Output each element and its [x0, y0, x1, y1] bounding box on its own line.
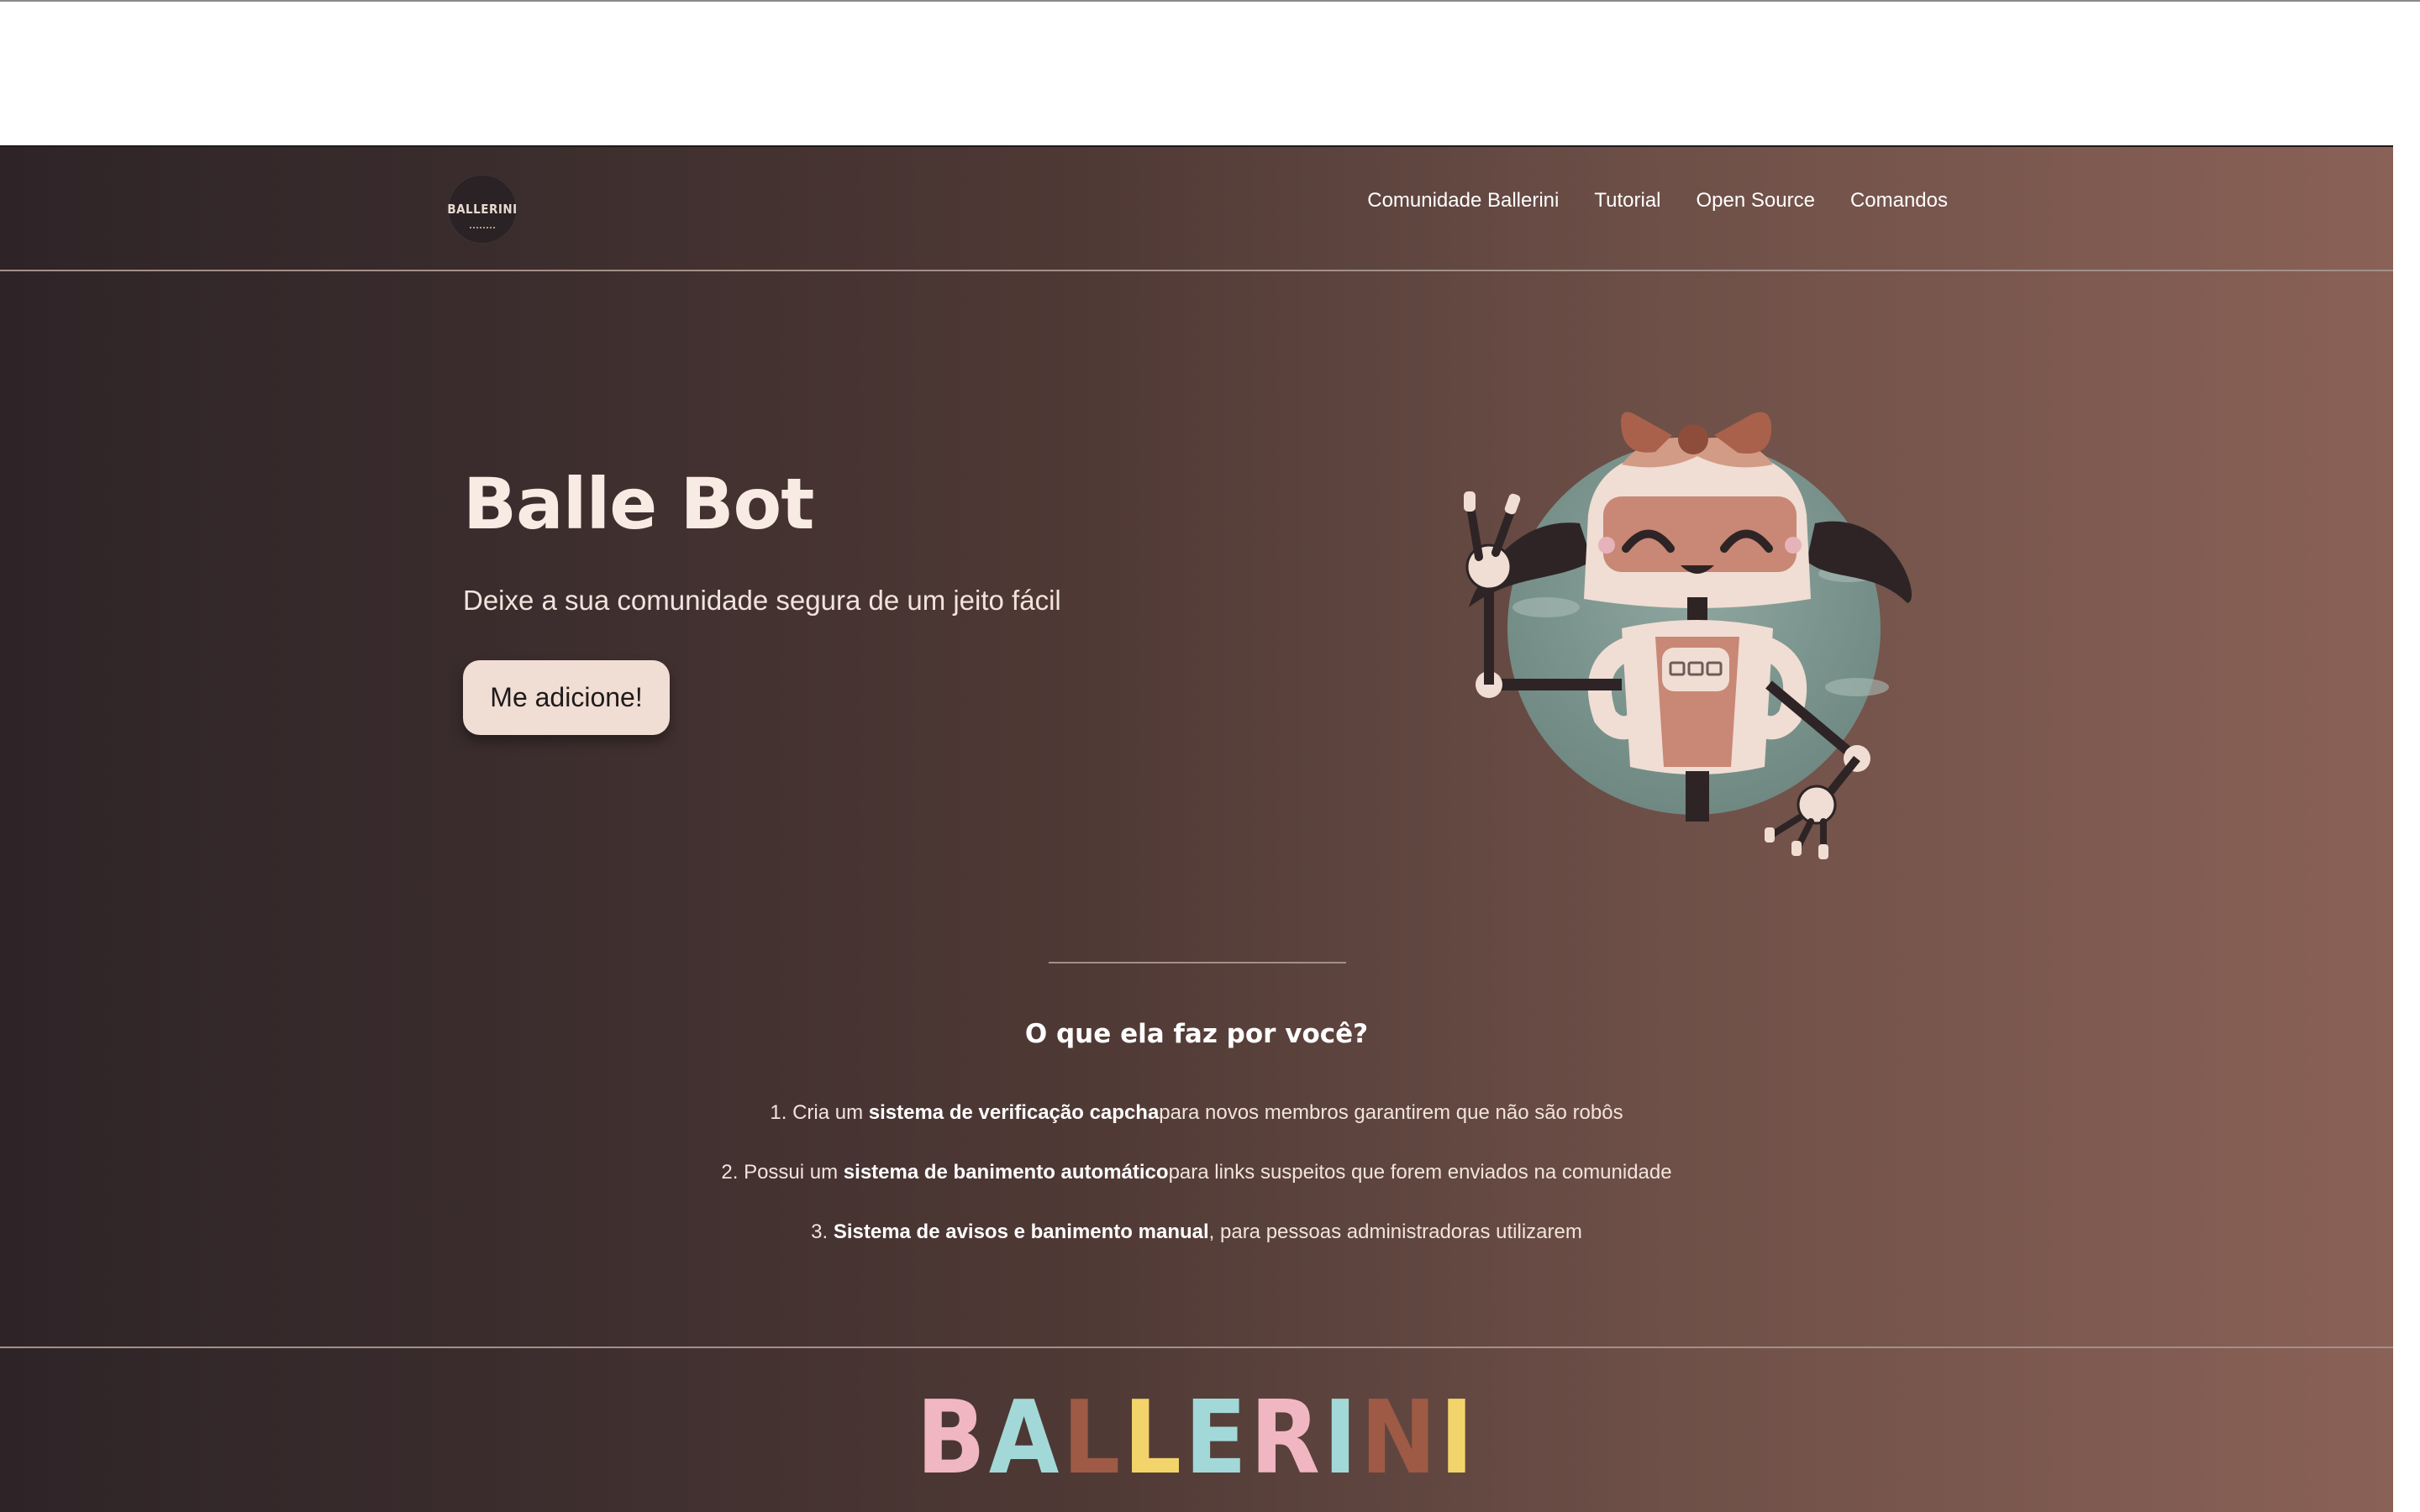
footer-divider	[0, 1347, 2393, 1348]
site-header: BALLERINI Comunidade Ballerini Tutorial …	[0, 145, 2393, 271]
nav-link-comandos[interactable]: Comandos	[1850, 189, 1948, 213]
brand-letter: N	[1360, 1380, 1440, 1497]
feature-suffix: , para pessoas administradoras utilizare…	[1208, 1221, 1582, 1243]
brand-letter: L	[1123, 1380, 1185, 1497]
feature-prefix: 3.	[811, 1221, 834, 1243]
feature-highlight: sistema de verificação capcha	[868, 1101, 1160, 1124]
section-divider	[1049, 962, 1346, 963]
brand-letter: I	[1439, 1380, 1477, 1497]
brand-letter: I	[1323, 1380, 1360, 1497]
hero-title: Balle Bot	[463, 463, 814, 545]
nav-link-comunidade[interactable]: Comunidade Ballerini	[1367, 189, 1559, 213]
page: BALLERINI Comunidade Ballerini Tutorial …	[0, 145, 2393, 1512]
nav-link-tutorial[interactable]: Tutorial	[1594, 189, 1660, 213]
logo-decoration	[470, 227, 495, 229]
feature-highlight: Sistema de avisos e banimento manual	[833, 1221, 1209, 1243]
feature-suffix: para links suspeitos que forem enviados …	[1168, 1161, 1672, 1184]
feature-highlight: sistema de banimento automático	[843, 1161, 1169, 1184]
main-nav: Comunidade Ballerini Tutorial Open Sourc…	[1367, 189, 1948, 213]
logo-text: BALLERINI	[447, 202, 518, 217]
features-title: O que ela faz por você?	[1024, 1019, 1369, 1049]
brand-letter: A	[988, 1380, 1063, 1497]
feature-item: 2. Possui um sistema de banimento automá…	[0, 1161, 2393, 1184]
hero-subtitle: Deixe a sua comunidade segura de um jeit…	[463, 585, 1061, 616]
window-right-gutter	[2393, 145, 2420, 1512]
balle-bot-robot-icon	[1464, 412, 1912, 859]
page-top-edge	[0, 145, 2393, 147]
ballerini-brand-logo: BALLERINI	[0, 1380, 2393, 1497]
brand-letter: L	[1062, 1380, 1124, 1497]
feature-suffix: para novos membros garantirem que não sã…	[1159, 1101, 1623, 1124]
window-top-border	[0, 0, 2420, 2]
feature-item: 3. Sistema de avisos e banimento manual,…	[0, 1221, 2393, 1244]
feature-item: 1. Cria um sistema de verificação capcha…	[0, 1101, 2393, 1125]
add-bot-button[interactable]: Me adicione!	[463, 660, 670, 735]
feature-prefix: 1. Cria um	[770, 1101, 869, 1124]
nav-link-open-source[interactable]: Open Source	[1697, 189, 1815, 213]
feature-prefix: 2. Possui um	[721, 1161, 844, 1184]
brand-letter: E	[1184, 1380, 1250, 1497]
ballerini-logo-icon[interactable]: BALLERINI	[447, 174, 518, 244]
brand-letter: R	[1249, 1380, 1323, 1497]
brand-letter: B	[916, 1380, 989, 1497]
